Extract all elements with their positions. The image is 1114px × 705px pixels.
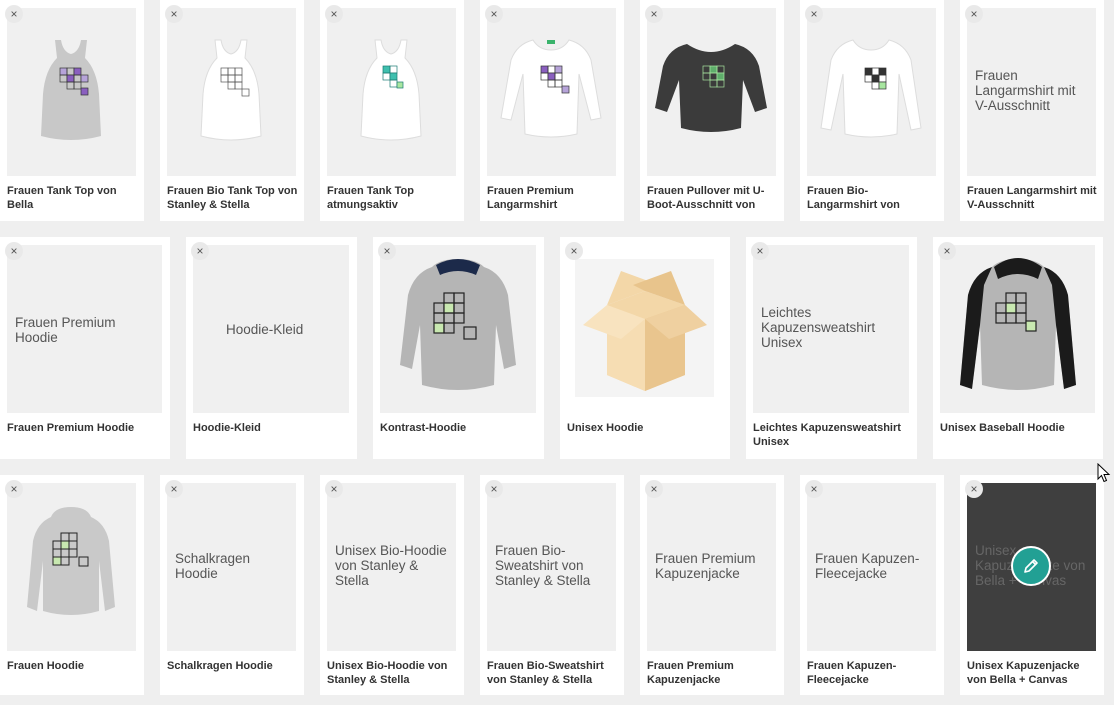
product-card[interactable]: × Unisex Baseball Hoodie [933, 237, 1103, 459]
product-card[interactable]: × Unisex Bio-Hoodie von Stanley & Stella… [320, 475, 464, 695]
product-image[interactable] [7, 483, 136, 651]
image-alt-text: Frauen Bio-Sweatshirt von Stanley & Stel… [495, 543, 591, 588]
product-label[interactable]: Frauen Langarmshirt mit V-Ausschnitt [967, 184, 1098, 212]
product-card[interactable]: × Frauen Premium Hoodie Frauen Premium H… [0, 237, 170, 459]
remove-icon[interactable]: × [165, 480, 183, 498]
product-label[interactable]: Frauen Premium Hoodie [7, 421, 164, 435]
product-card[interactable]: × Schalkragen Hoodie Schalkragen Hoodie [160, 475, 304, 695]
product-image[interactable]: Frauen Kapuzen-Fleecejacke [807, 483, 936, 651]
product-label[interactable]: Unisex Baseball Hoodie [940, 421, 1097, 435]
product-image[interactable] [380, 245, 536, 413]
remove-icon[interactable]: × [5, 242, 23, 260]
remove-icon[interactable]: × [165, 5, 183, 23]
product-card[interactable]: × Frauen Kapuzen-Fleecejacke Frauen Kapu… [800, 475, 944, 695]
image-alt-text: Frauen Premium Hoodie [15, 315, 116, 345]
product-image[interactable] [7, 8, 136, 176]
product-image[interactable]: Hoodie-Kleid [193, 245, 349, 413]
product-image[interactable]: Schalkragen Hoodie [167, 483, 296, 651]
remove-icon[interactable]: × [565, 242, 583, 260]
image-alt-text: Unisex Bio-Hoodie von Stanley & Stella [335, 543, 447, 588]
product-image[interactable] [647, 8, 776, 176]
product-card[interactable]: × Frauen Pullover mit U-Boot-Ausschnitt … [640, 0, 784, 221]
product-card[interactable]: × Frauen Bio-Langarmshirt von [800, 0, 944, 221]
product-card[interactable]: × Frauen Tank Top atmungsaktiv [320, 0, 464, 221]
product-image[interactable] [167, 8, 296, 176]
product-label[interactable]: Kontrast-Hoodie [380, 421, 538, 435]
product-label[interactable]: Frauen Kapuzen-Fleecejacke [807, 659, 938, 687]
image-alt-text: Leichtes Kapuzensweatshirt Unisex [761, 305, 876, 350]
product-card[interactable]: × Unisex Hoodie [560, 237, 730, 459]
product-card[interactable]: × Frauen Bio-Sweatshirt von Stanley & St… [480, 475, 624, 695]
pencil-icon [1024, 559, 1038, 573]
remove-icon[interactable]: × [5, 5, 23, 23]
image-alt-text: Frauen Kapuzen-Fleecejacke [815, 551, 920, 581]
remove-icon[interactable]: × [325, 5, 343, 23]
remove-icon[interactable]: × [645, 5, 663, 23]
product-image[interactable]: Unisex Bio-Hoodie von Stanley & Stella [327, 483, 456, 651]
product-label[interactable]: Unisex Bio-Hoodie von Stanley & Stella [327, 659, 458, 687]
remove-icon[interactable]: × [191, 242, 209, 260]
product-card[interactable]: × Frauen Bio Tank Top von Stanley & Stel… [160, 0, 304, 221]
product-card[interactable]: × Leichtes Kapuzensweatshirt Unisex Leic… [746, 237, 917, 459]
product-label[interactable]: Unisex Kapuzenjacke von Bella + Canvas [967, 659, 1098, 687]
remove-icon[interactable]: × [485, 480, 503, 498]
product-label[interactable]: Frauen Tank Top von Bella [7, 184, 138, 212]
remove-icon[interactable]: × [5, 480, 23, 498]
remove-icon[interactable]: × [325, 480, 343, 498]
product-image[interactable] [487, 8, 616, 176]
product-card[interactable]: × Frauen Hoodie [0, 475, 144, 695]
remove-icon[interactable]: × [805, 480, 823, 498]
product-label[interactable]: Frauen Tank Top atmungsaktiv [327, 184, 458, 212]
product-image[interactable] [807, 8, 936, 176]
product-card[interactable]: × Frauen Premium Kapuzenjacke Frauen Pre… [640, 475, 784, 695]
product-label[interactable]: Frauen Premium Langarmshirt [487, 184, 618, 212]
remove-icon[interactable]: × [485, 5, 503, 23]
product-row-2: × Frauen Premium Hoodie Frauen Premium H… [0, 237, 1103, 459]
product-image[interactable]: Frauen Premium Hoodie [7, 245, 162, 413]
product-card[interactable]: × Kontrast-Hoodie [373, 237, 544, 459]
product-card[interactable]: × Frauen Premium Langarmshirt [480, 0, 624, 221]
product-card[interactable]: × Frauen Tank Top von Bella [0, 0, 144, 221]
product-image[interactable]: Frauen Bio-Sweatshirt von Stanley & Stel… [487, 483, 616, 651]
product-label[interactable]: Frauen Premium Kapuzenjacke [647, 659, 778, 687]
product-label[interactable]: Frauen Bio-Sweatshirt von Stanley & Stel… [487, 659, 618, 687]
remove-icon[interactable]: × [378, 242, 396, 260]
remove-icon[interactable]: × [805, 5, 823, 23]
edit-pencil-button[interactable] [1011, 546, 1051, 586]
remove-icon[interactable]: × [751, 242, 769, 260]
image-alt-text: Frauen Langarmshirt mit V-Ausschnitt [975, 68, 1076, 113]
product-image[interactable]: Frauen Premium Kapuzenjacke [647, 483, 776, 651]
product-label[interactable]: Frauen Pullover mit U-Boot-Ausschnitt vo… [647, 184, 778, 212]
product-row-3: × Frauen Hoodie × Schalkragen Hoodie Sch… [0, 475, 1104, 695]
product-card[interactable]: × Hoodie-Kleid Hoodie-Kleid [186, 237, 357, 459]
product-image[interactable] [327, 8, 456, 176]
product-label[interactable]: Schalkragen Hoodie [167, 659, 298, 673]
image-alt-text: Schalkragen Hoodie [175, 551, 251, 581]
product-image[interactable] [567, 245, 722, 413]
image-alt-text: Hoodie-Kleid [226, 322, 304, 337]
remove-icon[interactable]: × [965, 480, 983, 498]
product-card[interactable]: × Frauen Langarmshirt mit V-Ausschnitt F… [960, 0, 1104, 221]
product-label[interactable]: Frauen Bio-Langarmshirt von [807, 184, 938, 212]
product-row-1: × Frauen Tank Top von Bella × Frauen Bio… [0, 0, 1114, 221]
product-label[interactable]: Unisex Hoodie [567, 421, 724, 435]
product-label[interactable]: Hoodie-Kleid [193, 421, 351, 435]
product-image[interactable]: Leichtes Kapuzensweatshirt Unisex [753, 245, 909, 413]
product-label[interactable]: Frauen Bio Tank Top von Stanley & Stella [167, 184, 298, 212]
product-image[interactable]: Frauen Langarmshirt mit V-Ausschnitt [967, 8, 1096, 176]
image-alt-text: Frauen Premium Kapuzenjacke [655, 551, 756, 581]
product-image[interactable] [940, 245, 1095, 413]
product-label[interactable]: Leichtes Kapuzensweatshirt Unisex [753, 421, 911, 449]
mouse-cursor-icon [1097, 463, 1111, 483]
remove-icon[interactable]: × [645, 480, 663, 498]
product-label[interactable]: Frauen Hoodie [7, 659, 138, 673]
remove-icon[interactable]: × [938, 242, 956, 260]
remove-icon[interactable]: × [965, 5, 983, 23]
